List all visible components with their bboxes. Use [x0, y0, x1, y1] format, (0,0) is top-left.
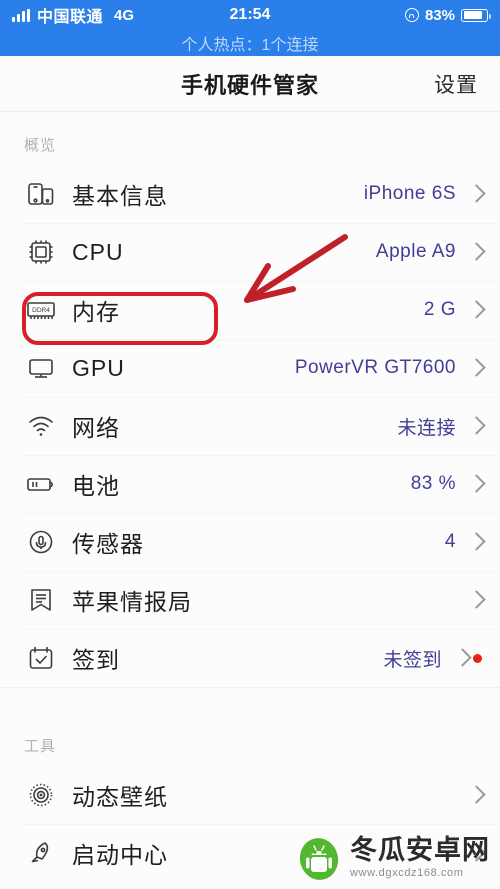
list-item-label: 签到: [72, 647, 120, 673]
settings-button[interactable]: 设置: [434, 69, 478, 99]
list-item-label: 基本信息: [72, 183, 168, 209]
status-bar-left: 中国联通 4G: [12, 3, 134, 27]
list-item-label: CPU: [72, 238, 124, 265]
cpu-chip-icon: [24, 235, 58, 269]
app-root: 中国联通 4G 21:54 83% 个人热点：1个连接 手机硬件管家 设置 概览…: [0, 0, 500, 889]
battery-half-icon: [24, 467, 58, 501]
chevron-right-icon: [469, 531, 482, 553]
network-mode-label: 4G: [114, 6, 135, 24]
chevron-right-icon: [469, 589, 482, 611]
status-bar-right: 83%: [404, 6, 491, 24]
list-item[interactable]: CPU Apple A9: [0, 223, 500, 281]
chevron-right-icon: [469, 415, 482, 437]
list-item[interactable]: GPU PowerVR GT7600: [0, 339, 500, 397]
list-item-label: 内存: [72, 299, 120, 325]
list-item-value: Apple A9: [375, 241, 456, 262]
battery-icon: [461, 8, 491, 22]
site-watermark: 冬瓜安卓网 www.dgxcdz168.com: [297, 835, 490, 881]
monitor-icon: [24, 351, 58, 385]
chevron-right-icon: [469, 357, 482, 379]
watermark-site-name: 冬瓜安卓网: [350, 835, 490, 865]
list-item-value: PowerVR GT7600: [294, 357, 456, 378]
list-item[interactable]: 网络 未连接: [0, 397, 500, 455]
signal-bars-icon: [12, 8, 30, 22]
personal-hotspot-banner[interactable]: 个人热点：1个连接: [0, 30, 500, 56]
settings-list: 概览 基本信息 iPhone 6S CPU Apple A9 DDR4 内存 2 G …: [0, 112, 500, 882]
list-item-label: 传感器: [72, 531, 144, 557]
list-item-label: 网络: [72, 415, 120, 441]
list-item[interactable]: 签到 未签到: [0, 629, 500, 687]
rocket-icon: [24, 836, 58, 870]
list-item-value: iPhone 6S: [363, 183, 456, 204]
list-item-label: 启动中心: [72, 842, 168, 868]
rotation-lock-icon: [404, 8, 419, 22]
watermark-site-url: www.dgxcdz168.com: [350, 867, 464, 879]
winter-melon-android-logo-icon: [299, 838, 339, 880]
section-header: 概览: [24, 137, 57, 154]
news-bookmark-icon: [24, 583, 58, 617]
list-item[interactable]: DDR4 内存 2 G: [0, 281, 500, 339]
wifi-icon: [24, 409, 58, 443]
list-item-value: 83 %: [410, 473, 456, 494]
list-item[interactable]: 基本信息 iPhone 6S: [0, 165, 500, 223]
status-bar: 中国联通 4G 21:54 83%: [0, 0, 500, 30]
chevron-right-icon: [455, 647, 468, 669]
list-item[interactable]: 苹果情报局: [0, 571, 500, 629]
svg-text:DDR4: DDR4: [32, 307, 50, 314]
section-divider: [0, 687, 500, 713]
carrier-label: 中国联通: [37, 9, 104, 26]
battery-percent-label: 83%: [424, 6, 455, 24]
list-item-value: 4: [444, 531, 456, 552]
hotspot-label: 个人热点：1个连接: [181, 37, 319, 54]
status-badge: [473, 653, 482, 663]
page-title: 手机硬件管家: [180, 72, 319, 98]
list-item-label: GPU: [72, 354, 125, 381]
list-item-label: 苹果情报局: [72, 589, 192, 615]
chevron-right-icon: [469, 473, 482, 495]
list-item-value: 未连接: [397, 417, 456, 439]
memory-ddr4-icon: DDR4: [24, 293, 58, 327]
two-phones-icon: [24, 177, 58, 211]
radial-burst-icon: [24, 778, 58, 812]
list-item-label: 电池: [72, 473, 120, 499]
list-item[interactable]: 电池 83 %: [0, 455, 500, 513]
microphone-icon: [24, 525, 58, 559]
list-item-label: 动态壁纸: [72, 784, 168, 810]
chevron-right-icon: [469, 183, 482, 205]
chevron-right-icon: [469, 784, 482, 806]
chevron-right-icon: [469, 299, 482, 321]
section-header: 工具: [24, 738, 57, 755]
navigation-bar: 手机硬件管家 设置: [0, 56, 500, 112]
list-item-value: 2 G: [423, 299, 456, 320]
chevron-right-icon: [469, 241, 482, 263]
section-group: 基本信息 iPhone 6S CPU Apple A9 DDR4 内存 2 G GPU…: [0, 165, 500, 687]
calendar-check-icon: [24, 641, 58, 675]
list-item[interactable]: 动态壁纸: [0, 766, 500, 824]
list-item[interactable]: 传感器 4: [0, 513, 500, 571]
list-item-value: 未签到: [383, 649, 442, 671]
